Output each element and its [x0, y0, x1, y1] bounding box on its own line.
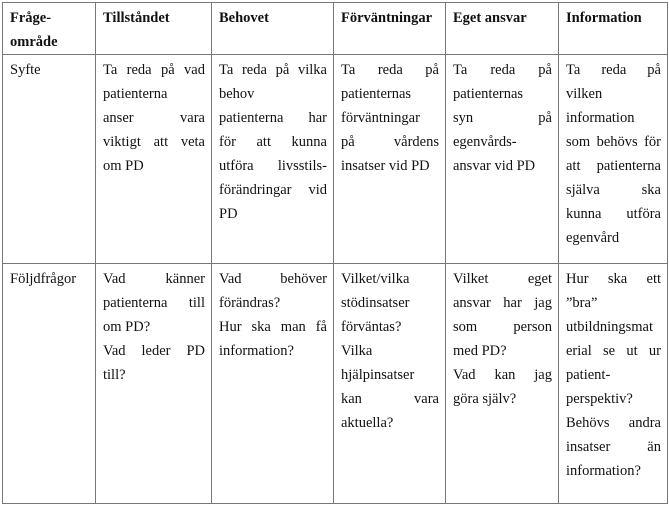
cell-line: hjälpinsatser — [341, 367, 415, 383]
cell-line: kunna utföra — [566, 206, 661, 222]
cell-line: Vad känner — [103, 271, 205, 287]
cell-line: område — [10, 34, 58, 50]
cell-line: Hur ska man få — [219, 319, 327, 335]
cell-line: vilken — [566, 86, 603, 102]
cell-line: insatser vid PD — [341, 158, 430, 174]
cell-line: själva ska — [566, 182, 661, 198]
cell-line: patienterna — [103, 86, 168, 102]
cell-line: patient- — [566, 367, 611, 383]
cell-line: erial se ut ur — [566, 343, 661, 359]
cell-line: stödinsatser — [341, 295, 410, 311]
cell-line: perspektiv? — [566, 391, 633, 407]
table-cell: Vilket/vilka stödinsatser förväntas? Vilka h… — [333, 263, 446, 504]
table-cell: Vad behöver förändras? Hur ska man få infor… — [211, 263, 334, 504]
cell-line: Hur ska ett — [566, 271, 661, 287]
cell-line: behov — [219, 86, 255, 102]
column-header: Fråge-område — [2, 2, 96, 55]
cell-line: egenvårds- — [453, 134, 517, 150]
cell-line: Ta reda på — [453, 62, 552, 78]
table-row-syfte: Syfte Ta reda på vad patienterna anser vara… — [2, 54, 668, 264]
table-cell: Vad känner patienterna till om PD? Vad lede… — [95, 263, 212, 504]
cell-line: patienternas — [341, 86, 412, 102]
header-row: Fråge-område Tillståndet Behovet Förväntnin… — [2, 2, 668, 55]
cell-line: Ta reda på vilka — [219, 62, 327, 78]
cell-line: som behövs för — [566, 134, 661, 150]
cell-line: Ta reda på vad — [103, 62, 205, 78]
table-cell: Ta reda på vilken information som behövs fö… — [558, 54, 668, 264]
cell-line: information — [566, 110, 635, 126]
cell-line: patienterna har — [219, 110, 327, 126]
column-header: Information — [558, 2, 668, 55]
column-header: Tillståndet — [95, 2, 212, 55]
table-cell: Vilket eget ansvar har jag som person med P… — [445, 263, 559, 504]
cell-line: patienternas — [453, 86, 524, 102]
row-label: Syfte — [2, 54, 96, 264]
cell-line: Information — [566, 10, 642, 26]
cell-line: egenvård — [566, 230, 620, 246]
cell-line: patienterna till — [103, 295, 205, 311]
cell-line: om PD — [103, 158, 144, 174]
cell-line: Vad behöver — [219, 271, 327, 287]
cell-line: PD — [219, 206, 238, 222]
cell-line: på vårdens — [341, 134, 439, 150]
cell-line: ansvar har jag — [453, 295, 552, 311]
cell-line: Vilket/vilka — [341, 271, 410, 287]
cell-line: Fråge- — [10, 10, 52, 26]
cell-line: att patienterna — [566, 158, 661, 174]
cell-line: om PD? — [103, 319, 151, 335]
cell-line: Behovet — [219, 10, 269, 26]
cell-line: Förväntningar — [341, 10, 433, 26]
cell-line: Vilket eget — [453, 271, 552, 287]
cell-line: aktuella? — [341, 415, 394, 431]
cell-line: Vilka — [341, 343, 373, 359]
cell-line: viktigt att veta — [103, 134, 205, 150]
cell-line: utföra livsstils- — [219, 158, 327, 174]
cell-line: ansvar vid PD — [453, 158, 536, 174]
row-label-text: Syfte — [10, 62, 41, 78]
cell-line: ”bra” — [566, 295, 598, 311]
table-cell: Hur ska ett ”bra” utbildningsmat erial se u… — [558, 263, 668, 504]
cell-line: förväntningar — [341, 110, 420, 126]
row-label-text: Följdfrågor — [10, 271, 77, 287]
cell-line: Tillståndet — [103, 10, 170, 26]
cell-line: information? — [566, 463, 641, 479]
cell-line: information? — [219, 343, 294, 359]
cell-line: Vad kan jag — [453, 367, 552, 383]
cell-line: syn på — [453, 110, 552, 126]
table-cell: Ta reda på vilka behov patienterna har för … — [211, 54, 334, 264]
cell-line: Ta reda på — [566, 62, 661, 78]
column-header: Eget ansvar — [445, 2, 559, 55]
cell-line: för att kunna — [219, 134, 327, 150]
cell-line: som person — [453, 319, 552, 335]
table-cell: Ta reda på patienternas syn på egenvårds-an… — [445, 54, 559, 264]
cell-line: Behövs andra — [566, 415, 661, 431]
cell-line: Eget ansvar — [453, 10, 527, 26]
cell-line: förändras? — [219, 295, 281, 311]
cell-line: Vad leder PD — [103, 343, 205, 359]
column-header: Förväntningar — [333, 2, 446, 55]
cell-line: göra själv? — [453, 391, 517, 407]
cell-line: insatser än — [566, 439, 661, 455]
cell-line: anser vara — [103, 110, 205, 126]
row-label: Följdfrågor — [2, 263, 96, 504]
table-cell: Ta reda på patienternas förväntningar på vå… — [333, 54, 446, 264]
cell-line: kan vara — [341, 391, 439, 407]
cell-line: förändringar vid — [219, 182, 327, 198]
cell-line: till? — [103, 367, 126, 383]
column-header: Behovet — [211, 2, 334, 55]
table-row-foljdfragor: Följdfrågor Vad känner patienterna till om … — [2, 263, 668, 504]
cell-line: förväntas? — [341, 319, 402, 335]
cell-line: utbildningsmat — [566, 319, 653, 335]
cell-line: Ta reda på — [341, 62, 439, 78]
question-table: Fråge-område Tillståndet Behovet Förväntnin… — [2, 2, 668, 504]
table-cell: Ta reda på vad patienterna anser vara vikti… — [95, 54, 212, 264]
cell-line: med PD? — [453, 343, 507, 359]
